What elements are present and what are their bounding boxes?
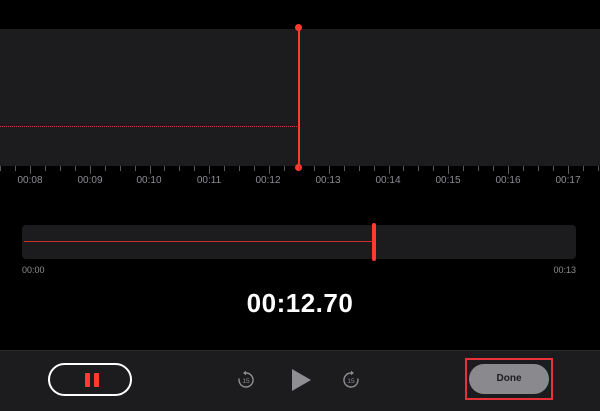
timeline-tick — [179, 166, 181, 171]
timeline-tick — [508, 166, 509, 174]
timeline-tick — [44, 166, 46, 171]
timeline-tick — [313, 166, 315, 171]
timeline-label: 00:11 — [196, 175, 222, 186]
timeline-tick — [283, 166, 285, 171]
timeline-tick — [493, 166, 495, 171]
timeline-tick — [30, 166, 31, 174]
playhead-top-handle[interactable] — [295, 24, 302, 31]
timeline-labels: 00:08 00:09 00:10 00:11 00:12 00:13 00:1… — [0, 175, 600, 189]
timeline-tick — [522, 166, 524, 171]
timeline-ticks — [0, 166, 600, 174]
timeline-tick — [209, 166, 211, 174]
skip-forward-label: 15 — [347, 378, 355, 385]
timeline-tick — [463, 166, 465, 171]
timeline-tick — [104, 166, 106, 171]
timeline-tick — [418, 166, 420, 171]
timeline-tick — [15, 166, 17, 171]
elapsed-time: 00:12.70 — [246, 288, 354, 318]
timeline-label: 00:16 — [495, 175, 521, 186]
timeline-tick — [343, 166, 345, 171]
timeline-tick — [59, 166, 61, 171]
voice-memo-editor: 00:08 00:09 00:10 00:11 00:12 00:13 00:1… — [0, 0, 600, 411]
timeline-tick — [119, 166, 121, 171]
timeline-tick — [552, 166, 554, 171]
timeline-tick — [388, 166, 390, 174]
timeline-tick — [373, 166, 375, 171]
timeline-tick — [582, 166, 584, 171]
overview-progress-line — [24, 241, 372, 242]
timeline-label: 00:15 — [435, 175, 461, 186]
timeline-label: 00:12 — [255, 175, 281, 186]
playback-control-bar: 15 15 Done — [0, 350, 600, 411]
timeline-label: 00:13 — [315, 175, 341, 186]
timeline-tick — [164, 166, 166, 171]
timeline-tick — [478, 166, 480, 171]
timeline-tick — [224, 166, 226, 171]
waveform-panel[interactable] — [0, 29, 600, 166]
timeline-tick — [134, 166, 136, 171]
timeline-label: 00:09 — [77, 175, 103, 186]
pause-icon — [85, 373, 99, 387]
timeline-label: 00:10 — [136, 175, 162, 186]
timeline-tick — [403, 166, 405, 171]
timeline-tick — [537, 166, 539, 171]
play-icon[interactable] — [289, 367, 313, 393]
timeline-tick — [0, 166, 2, 171]
timeline-tick — [254, 166, 256, 171]
overview-scrubber[interactable] — [22, 223, 576, 261]
overview-start-time: 00:00 — [22, 265, 45, 275]
overview-end-time: 00:13 — [553, 265, 576, 275]
timeline-tick — [433, 166, 435, 171]
skip-forward-15-icon[interactable]: 15 — [341, 370, 361, 390]
timeline-tick — [74, 166, 76, 171]
timeline-tick — [328, 166, 330, 174]
recorded-waveform-trace — [0, 126, 299, 127]
timeline-tick — [194, 166, 196, 171]
timeline-label: 00:08 — [17, 175, 43, 186]
skip-back-label: 15 — [242, 378, 250, 385]
timeline-tick — [89, 166, 91, 174]
timeline-label: 00:14 — [375, 175, 401, 186]
done-button[interactable]: Done — [469, 364, 549, 394]
overview-playhead-handle[interactable] — [372, 223, 376, 261]
timeline-tick — [269, 166, 270, 174]
timeline-tick — [239, 166, 241, 171]
timeline-tick — [567, 166, 569, 174]
timeline-tick — [149, 166, 151, 174]
timeline-tick — [597, 166, 599, 171]
playhead-line[interactable] — [298, 27, 300, 169]
timeline-label: 00:17 — [555, 175, 581, 186]
timeline-tick — [298, 166, 300, 171]
skip-back-15-icon[interactable]: 15 — [236, 370, 256, 390]
pause-button[interactable] — [48, 363, 132, 396]
timeline-tick — [358, 166, 360, 171]
timeline-tick — [448, 166, 450, 174]
